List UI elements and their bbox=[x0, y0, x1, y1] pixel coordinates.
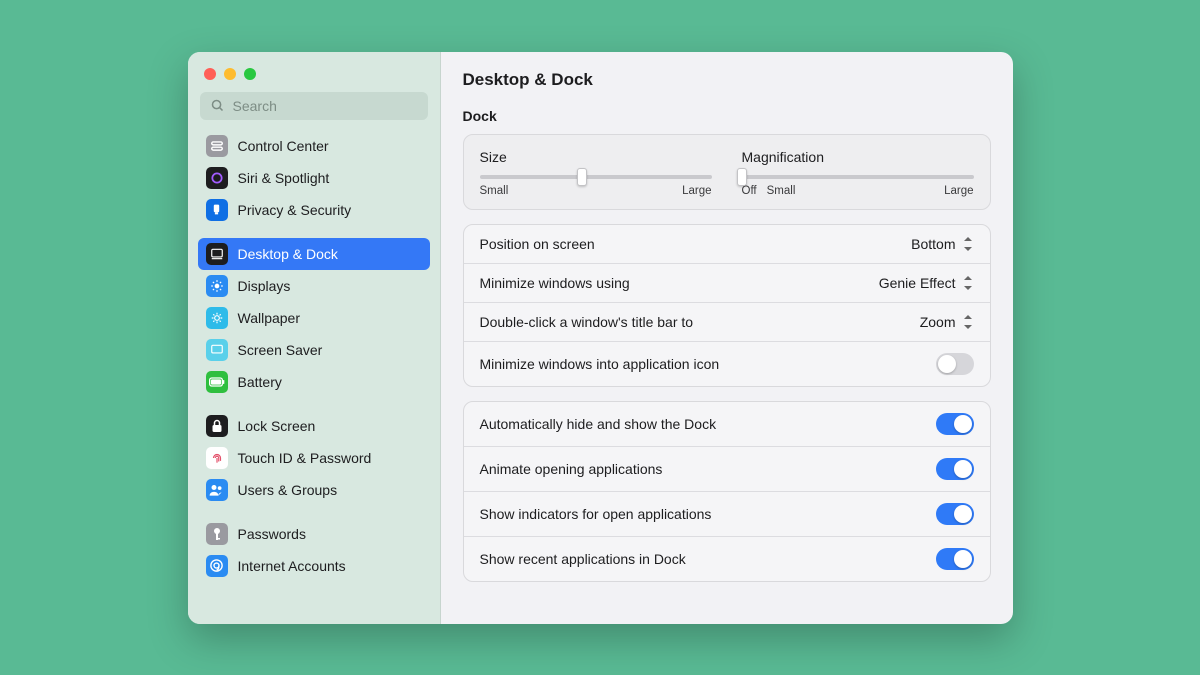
dock-options-panel: Position on screen Bottom Minimize windo… bbox=[463, 224, 991, 387]
size-slider-thumb[interactable] bbox=[577, 168, 587, 186]
sidebar-item-users-groups[interactable]: Users & Groups bbox=[198, 474, 430, 506]
window-controls bbox=[198, 66, 430, 92]
minimize-using-label: Minimize windows using bbox=[480, 275, 630, 291]
animate-apps-label: Animate opening applications bbox=[480, 461, 663, 477]
mag-off-label: Off bbox=[742, 185, 757, 197]
magnification-slider-group: Magnification Off Small Large bbox=[742, 149, 974, 197]
sidebar-item-internet-accounts[interactable]: Internet Accounts bbox=[198, 550, 430, 582]
minimize-using-select-row[interactable]: Minimize windows using Genie Effect bbox=[464, 263, 990, 302]
minimize-using-value: Genie Effect bbox=[879, 275, 974, 291]
position-label: Position on screen bbox=[480, 236, 595, 252]
sidebar-item-label: Wallpaper bbox=[238, 310, 301, 326]
sidebar-item-lock-screen[interactable]: Lock Screen bbox=[198, 410, 430, 442]
sidebar-item-battery[interactable]: Battery bbox=[198, 366, 430, 398]
size-slider-label: Size bbox=[480, 149, 712, 165]
desktop-dock-icon bbox=[206, 243, 228, 265]
siri-spotlight-icon bbox=[206, 167, 228, 189]
content-pane: Desktop & Dock Dock Size Small Large Mag… bbox=[441, 52, 1013, 624]
doubleclick-value: Zoom bbox=[920, 314, 974, 330]
minimize-into-icon-row: Minimize windows into application icon bbox=[464, 341, 990, 386]
sidebar-item-label: Siri & Spotlight bbox=[238, 170, 330, 186]
section-dock-title: Dock bbox=[463, 108, 991, 124]
sidebar-item-label: Touch ID & Password bbox=[238, 450, 372, 466]
up-down-chevron-icon bbox=[962, 314, 974, 330]
sidebar-item-label: Battery bbox=[238, 374, 282, 390]
indicators-label: Show indicators for open applications bbox=[480, 506, 712, 522]
sidebar-item-label: Displays bbox=[238, 278, 291, 294]
sidebar-item-label: Internet Accounts bbox=[238, 558, 346, 574]
sidebar-item-displays[interactable]: Displays bbox=[198, 270, 430, 302]
minimize-into-icon-toggle[interactable] bbox=[936, 353, 974, 375]
sidebar-item-siri-spotlight[interactable]: Siri & Spotlight bbox=[198, 162, 430, 194]
sidebar-item-wallpaper[interactable]: Wallpaper bbox=[198, 302, 430, 334]
displays-icon bbox=[206, 275, 228, 297]
size-max-label: Large bbox=[682, 185, 711, 197]
sidebar-item-label: Privacy & Security bbox=[238, 202, 352, 218]
recents-label: Show recent applications in Dock bbox=[480, 551, 686, 567]
sidebar-item-privacy-security[interactable]: Privacy & Security bbox=[198, 194, 430, 226]
indicators-row: Show indicators for open applications bbox=[464, 491, 990, 536]
position-select-row[interactable]: Position on screen Bottom bbox=[464, 225, 990, 263]
sidebar-item-label: Lock Screen bbox=[238, 418, 316, 434]
sidebar-item-label: Screen Saver bbox=[238, 342, 323, 358]
size-slider-group: Size Small Large bbox=[480, 149, 712, 197]
sidebar: Control Center Siri & Spotlight Privacy & … bbox=[188, 52, 441, 624]
recents-toggle[interactable] bbox=[936, 548, 974, 570]
search-field[interactable] bbox=[200, 92, 428, 120]
sidebar-item-touch-id[interactable]: Touch ID & Password bbox=[198, 442, 430, 474]
sidebar-item-desktop-dock[interactable]: Desktop & Dock bbox=[198, 238, 430, 270]
passwords-icon bbox=[206, 523, 228, 545]
magnification-slider-ticks: Off Small Large bbox=[742, 185, 974, 197]
animate-apps-toggle[interactable] bbox=[936, 458, 974, 480]
mag-max-label: Large bbox=[944, 185, 973, 197]
wallpaper-icon bbox=[206, 307, 228, 329]
sidebar-item-label: Passwords bbox=[238, 526, 306, 542]
sidebar-item-label: Users & Groups bbox=[238, 482, 338, 498]
privacy-security-icon bbox=[206, 199, 228, 221]
auto-hide-row: Automatically hide and show the Dock bbox=[464, 402, 990, 446]
magnification-slider[interactable] bbox=[742, 175, 974, 179]
minimize-into-icon-label: Minimize windows into application icon bbox=[480, 356, 720, 372]
animate-apps-row: Animate opening applications bbox=[464, 446, 990, 491]
dock-sliders-panel: Size Small Large Magnification bbox=[463, 134, 991, 210]
close-window-button[interactable] bbox=[204, 68, 216, 80]
control-center-icon bbox=[206, 135, 228, 157]
magnification-slider-thumb[interactable] bbox=[737, 168, 747, 186]
screen-saver-icon bbox=[206, 339, 228, 361]
doubleclick-select-row[interactable]: Double-click a window's title bar to Zoo… bbox=[464, 302, 990, 341]
auto-hide-label: Automatically hide and show the Dock bbox=[480, 416, 717, 432]
sidebar-item-screen-saver[interactable]: Screen Saver bbox=[198, 334, 430, 366]
minimize-window-button[interactable] bbox=[224, 68, 236, 80]
search-input[interactable] bbox=[233, 98, 418, 114]
size-slider-ticks: Small Large bbox=[480, 185, 712, 197]
magnification-slider-label: Magnification bbox=[742, 149, 974, 165]
sidebar-item-label: Control Center bbox=[238, 138, 329, 154]
mag-min-label: Small bbox=[767, 185, 796, 197]
internet-accounts-icon bbox=[206, 555, 228, 577]
up-down-chevron-icon bbox=[962, 275, 974, 291]
size-min-label: Small bbox=[480, 185, 509, 197]
search-icon bbox=[210, 98, 225, 113]
settings-window: Control Center Siri & Spotlight Privacy & … bbox=[188, 52, 1013, 624]
battery-icon bbox=[206, 371, 228, 393]
indicators-toggle[interactable] bbox=[936, 503, 974, 525]
doubleclick-label: Double-click a window's title bar to bbox=[480, 314, 694, 330]
recents-row: Show recent applications in Dock bbox=[464, 536, 990, 581]
size-slider[interactable] bbox=[480, 175, 712, 179]
page-title: Desktop & Dock bbox=[463, 70, 991, 90]
lock-screen-icon bbox=[206, 415, 228, 437]
users-groups-icon bbox=[206, 479, 228, 501]
position-value: Bottom bbox=[911, 236, 973, 252]
sidebar-nav: Control Center Siri & Spotlight Privacy & … bbox=[198, 130, 430, 614]
touch-id-icon bbox=[206, 447, 228, 469]
auto-hide-toggle[interactable] bbox=[936, 413, 974, 435]
sidebar-item-passwords[interactable]: Passwords bbox=[198, 518, 430, 550]
up-down-chevron-icon bbox=[962, 236, 974, 252]
sidebar-item-label: Desktop & Dock bbox=[238, 246, 338, 262]
zoom-window-button[interactable] bbox=[244, 68, 256, 80]
dock-toggles-panel: Automatically hide and show the Dock Ani… bbox=[463, 401, 991, 582]
sidebar-item-control-center[interactable]: Control Center bbox=[198, 130, 430, 162]
